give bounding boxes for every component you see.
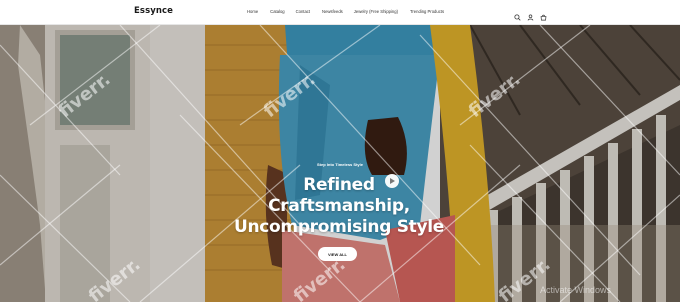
site-header: Essynce Home Catalog Contact Newsfeeds J… <box>0 0 680 25</box>
view-all-button[interactable]: VIEW ALL <box>318 247 357 261</box>
hero-headline: Refined Craftsmanship, Uncompromising St… <box>0 175 678 238</box>
nav-home[interactable]: Home <box>247 9 258 14</box>
search-icon[interactable] <box>514 8 521 21</box>
nav-jewelry[interactable]: Jewelry (Free Shipping) <box>354 9 398 14</box>
hero-banner: fiverr. fiverr. fiverr. fiverr. fiverr. … <box>0 25 680 302</box>
main-nav: Home Catalog Contact Newsfeeds Jewelry (… <box>247 9 456 14</box>
hero-headline-line: Craftsmanship, <box>268 196 410 216</box>
nav-newsfeeds[interactable]: Newsfeeds <box>322 9 343 14</box>
account-icon[interactable] <box>527 8 534 21</box>
nav-contact[interactable]: Contact <box>296 9 310 14</box>
activate-windows-notice: Activate Windows <box>540 285 612 295</box>
site-logo[interactable]: Essynce <box>134 6 173 16</box>
nav-catalog[interactable]: Catalog <box>270 9 284 14</box>
hero-headline-line: Uncompromising Style <box>233 217 445 237</box>
hero-headline-line: Refined <box>303 175 375 195</box>
hero-eyebrow: Step Into Timeless Style <box>317 162 363 167</box>
header-actions <box>514 8 547 21</box>
play-icon[interactable] <box>385 174 399 188</box>
cart-icon[interactable] <box>540 8 547 21</box>
nav-trending[interactable]: Trending Products <box>410 9 444 14</box>
hero-content: Step Into Timeless Style Refined Craftsm… <box>0 25 680 302</box>
